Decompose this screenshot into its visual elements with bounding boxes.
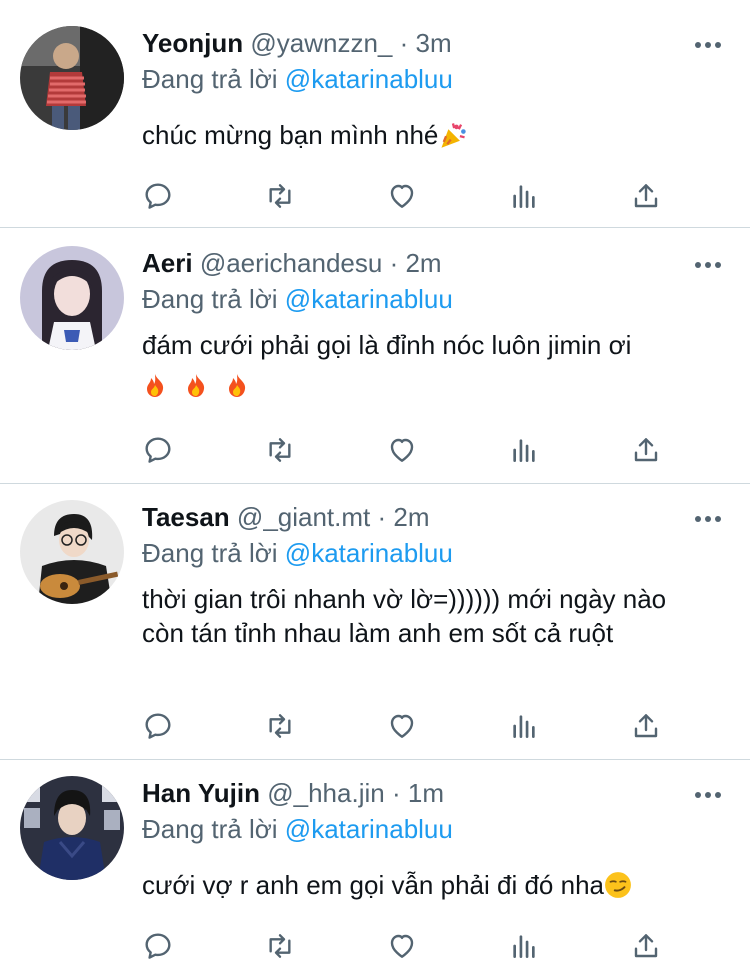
avatar-image xyxy=(20,246,124,350)
display-name[interactable]: Han Yujin xyxy=(142,778,260,808)
retweet-icon[interactable] xyxy=(260,430,300,470)
reply-icon[interactable] xyxy=(138,430,178,470)
replying-to: Đang trả lời @katarinabluu xyxy=(142,812,453,846)
tweet-text-content: thời gian trôi nhanh vờ lờ=)))))) mới ng… xyxy=(142,584,667,648)
avatar-image xyxy=(20,776,124,880)
tweet[interactable]: Taesan @_giant.mt · 2m Đang trả lời @kat… xyxy=(0,484,750,760)
reply-icon[interactable] xyxy=(138,176,178,216)
tweet[interactable]: Yeonjun @yawnzzn_ · 3m Đang trả lời @kat… xyxy=(0,0,750,228)
avatar-image xyxy=(20,26,124,130)
avatar[interactable] xyxy=(20,776,124,880)
tweet-text: thời gian trôi nhanh vờ lờ=)))))) mới ng… xyxy=(142,582,702,650)
retweet-icon[interactable] xyxy=(260,926,300,966)
views-icon[interactable] xyxy=(504,706,544,746)
more-options-icon[interactable] xyxy=(688,504,728,534)
display-name[interactable]: Yeonjun xyxy=(142,28,243,58)
like-icon[interactable] xyxy=(382,430,422,470)
handle[interactable]: @_hha.jin xyxy=(267,778,384,808)
separator: · xyxy=(391,778,401,808)
tweet-text-content: đám cưới phải gọi là đỉnh nóc luôn jimin… xyxy=(142,330,632,360)
tweet-text: cưới vợ r anh em gọi vẫn phải đi đó nha xyxy=(142,868,722,902)
smirk-emoji xyxy=(605,872,631,898)
display-name[interactable]: Aeri xyxy=(142,248,193,278)
mention-link[interactable]: @katarinabluu xyxy=(285,284,453,314)
mention-link[interactable]: @katarinabluu xyxy=(285,814,453,844)
replying-to-label: Đang trả lời xyxy=(142,284,278,314)
fire-emoji xyxy=(147,374,164,397)
reply-icon[interactable] xyxy=(138,706,178,746)
timestamp[interactable]: 2m xyxy=(393,502,429,532)
separator: · xyxy=(389,248,399,278)
more-options-icon[interactable] xyxy=(688,30,728,60)
views-icon[interactable] xyxy=(504,176,544,216)
views-icon[interactable] xyxy=(504,430,544,470)
avatar-image xyxy=(20,500,124,604)
separator: · xyxy=(377,502,387,532)
separator: · xyxy=(399,28,409,58)
retweet-icon[interactable] xyxy=(260,176,300,216)
reply-feed: Yeonjun @yawnzzn_ · 3m Đang trả lời @kat… xyxy=(0,0,750,978)
handle[interactable]: @_giant.mt xyxy=(237,502,370,532)
tweet-text-content: cưới vợ r anh em gọi vẫn phải đi đó nha xyxy=(142,870,604,900)
mention-link[interactable]: @katarinabluu xyxy=(285,64,453,94)
share-icon[interactable] xyxy=(626,176,666,216)
fire-emoji xyxy=(188,374,205,397)
display-name[interactable]: Taesan xyxy=(142,502,230,532)
replying-to: Đang trả lời @katarinabluu xyxy=(142,282,453,316)
handle[interactable]: @yawnzzn_ xyxy=(250,28,392,58)
emoji-row xyxy=(142,370,722,402)
reply-icon[interactable] xyxy=(138,926,178,966)
party-popper-emoji xyxy=(441,123,467,148)
tweet-text: chúc mừng bạn mình nhé xyxy=(142,118,722,152)
share-icon[interactable] xyxy=(626,706,666,746)
timestamp[interactable]: 3m xyxy=(416,28,452,58)
like-icon[interactable] xyxy=(382,926,422,966)
replying-to-label: Đang trả lời xyxy=(142,814,278,844)
share-icon[interactable] xyxy=(626,926,666,966)
views-icon[interactable] xyxy=(504,926,544,966)
replying-to-label: Đang trả lời xyxy=(142,538,278,568)
replying-to: Đang trả lời @katarinabluu xyxy=(142,536,453,570)
retweet-icon[interactable] xyxy=(260,706,300,746)
tweet-text: đám cưới phải gọi là đỉnh nóc luôn jimin… xyxy=(142,328,722,402)
avatar[interactable] xyxy=(20,246,124,350)
tweet-text-content: chúc mừng bạn mình nhé xyxy=(142,120,439,150)
more-options-icon[interactable] xyxy=(688,780,728,810)
share-icon[interactable] xyxy=(626,430,666,470)
avatar[interactable] xyxy=(20,26,124,130)
handle[interactable]: @aerichandesu xyxy=(200,248,383,278)
tweet[interactable]: Aeri @aerichandesu · 2m Đang trả lời @ka… xyxy=(0,228,750,484)
like-icon[interactable] xyxy=(382,176,422,216)
replying-to-label: Đang trả lời xyxy=(142,64,278,94)
like-icon[interactable] xyxy=(382,706,422,746)
mention-link[interactable]: @katarinabluu xyxy=(285,538,453,568)
replying-to: Đang trả lời @katarinabluu xyxy=(142,62,453,96)
tweet[interactable]: Han Yujin @_hha.jin · 1m Đang trả lời @k… xyxy=(0,760,750,978)
timestamp[interactable]: 2m xyxy=(405,248,441,278)
more-options-icon[interactable] xyxy=(688,250,728,280)
fire-emoji xyxy=(229,374,246,397)
timestamp[interactable]: 1m xyxy=(408,778,444,808)
avatar[interactable] xyxy=(20,500,124,604)
